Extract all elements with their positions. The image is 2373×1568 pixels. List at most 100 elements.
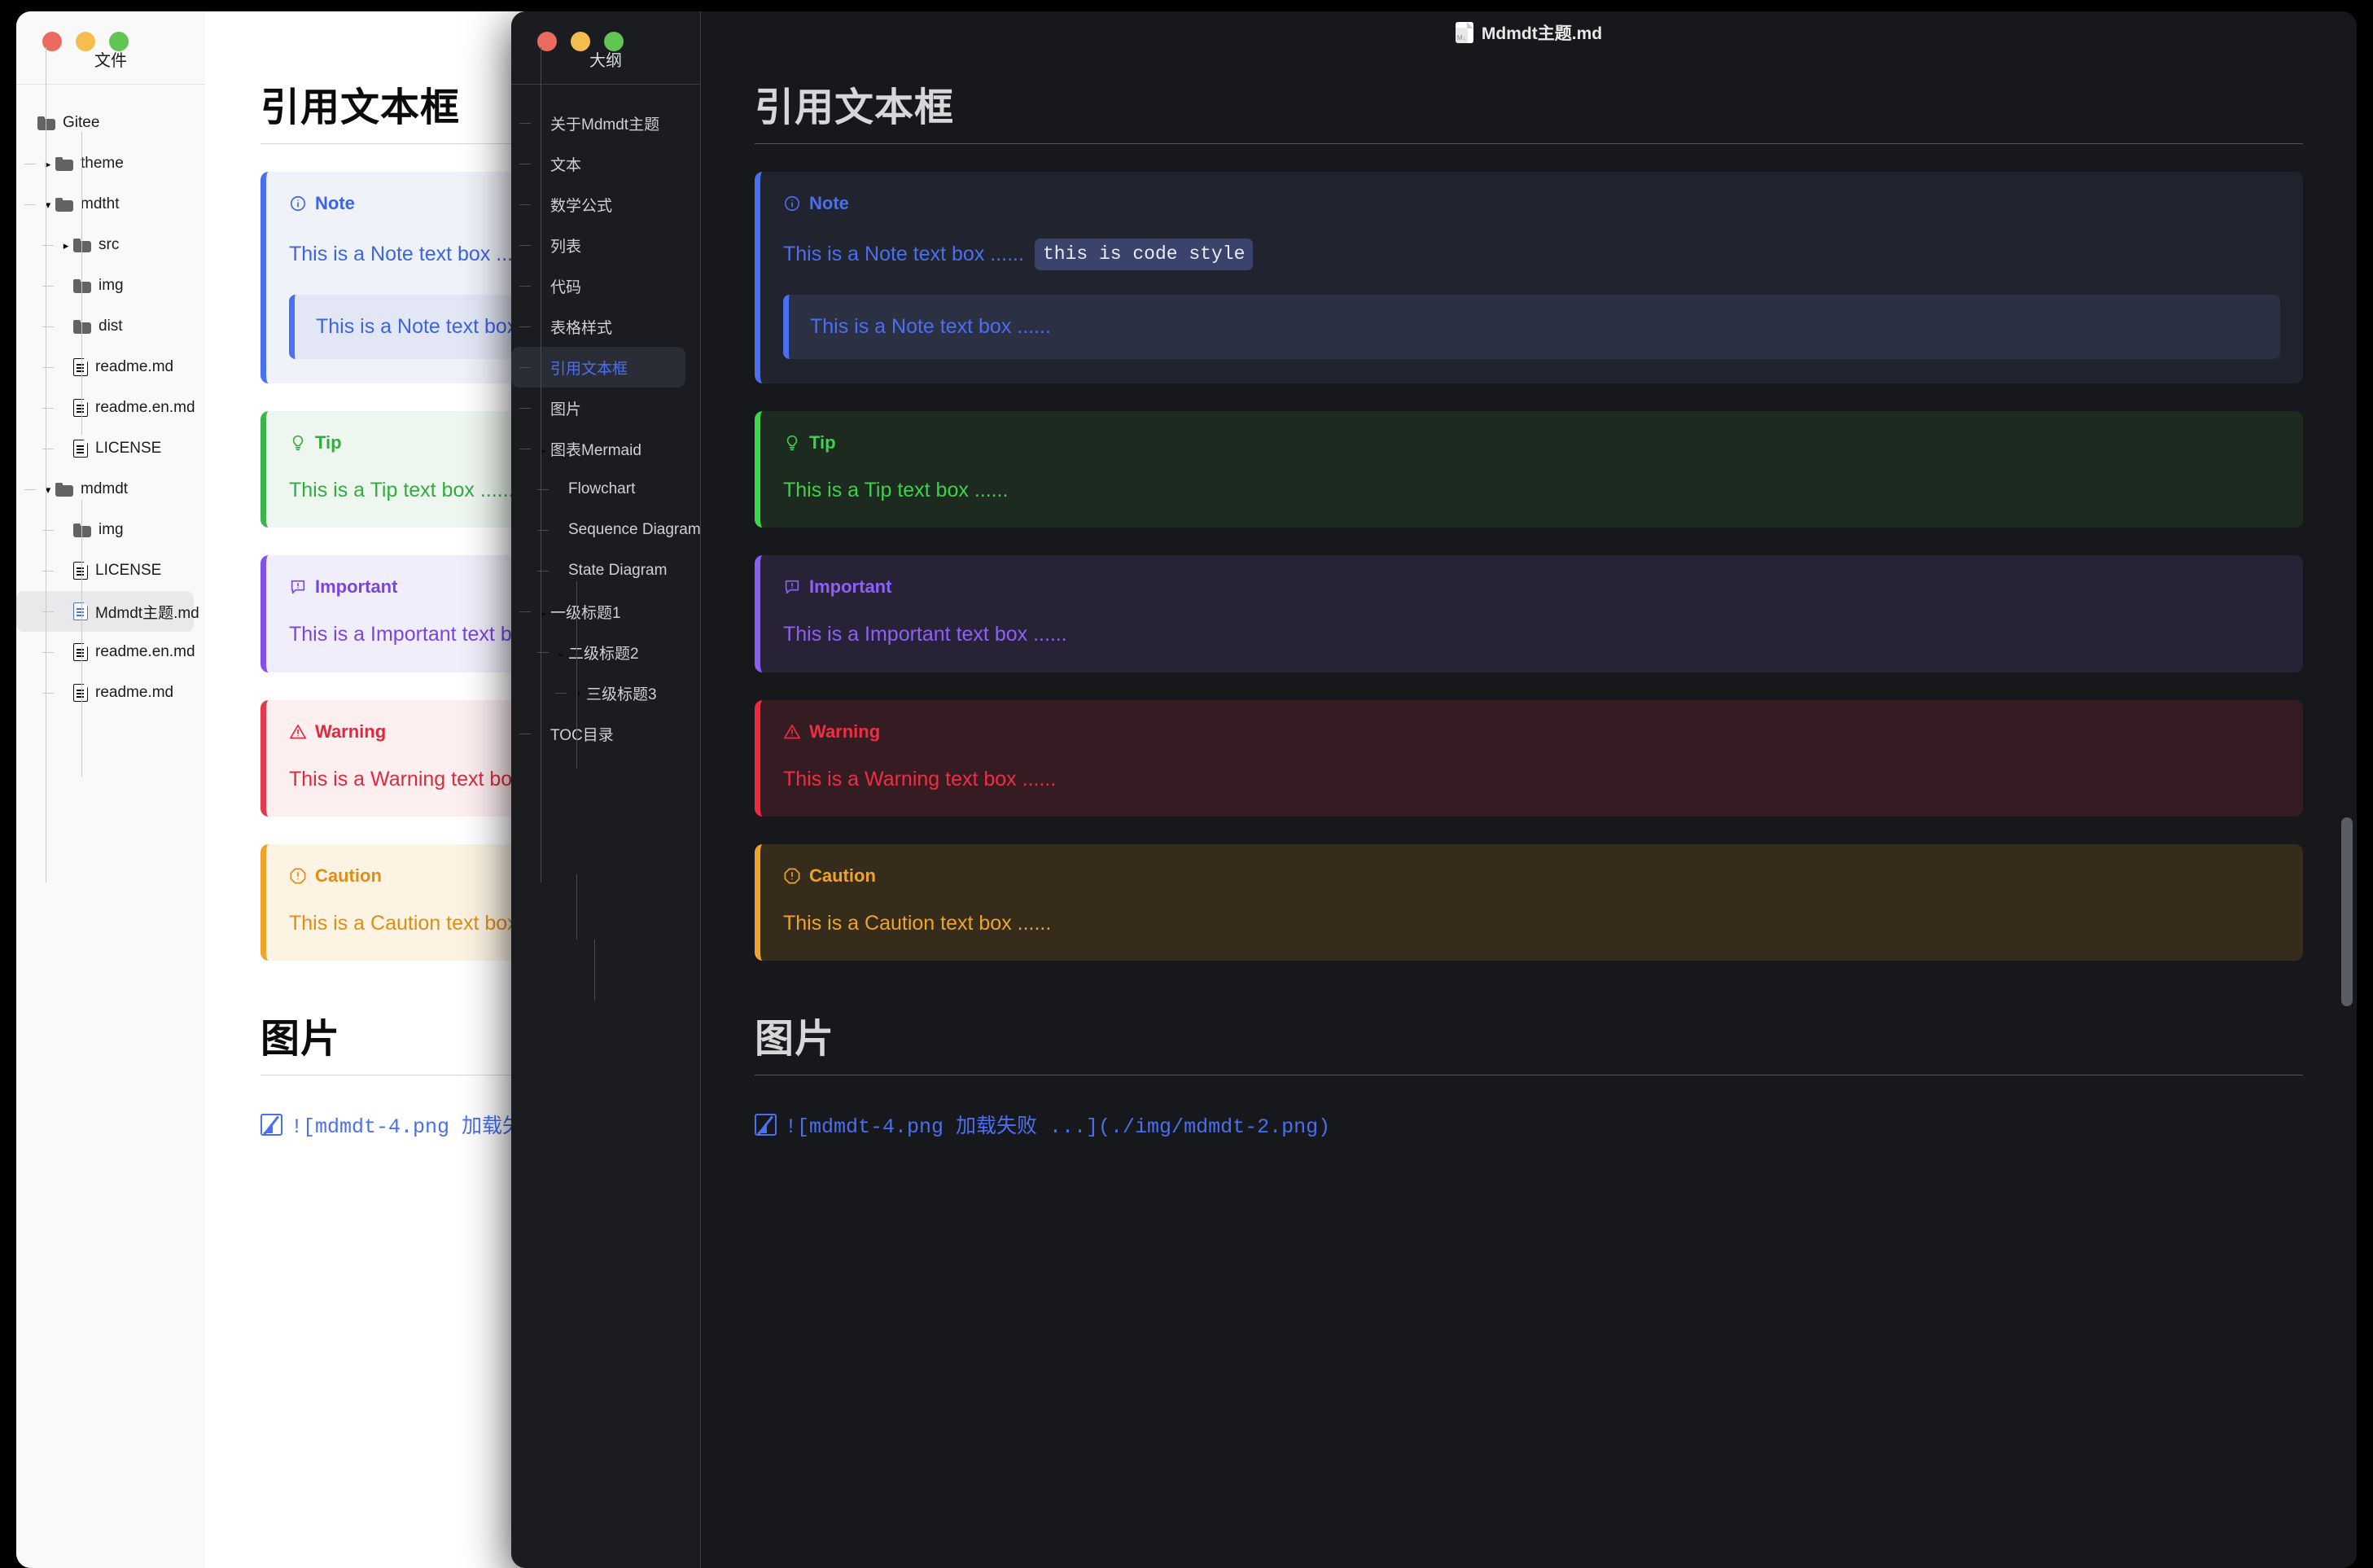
outline-sidebar[interactable]: 大纲 关于Mdmdt主题 文本 数学公式 列表 代码 表格样式 引用文本框 图片 ⌄ 图表Merm… (511, 11, 701, 1568)
file-tree-item-label: LICENSE (95, 562, 162, 579)
outline-item[interactable]: Flowchart (511, 469, 700, 510)
dark-broken-image-text: ![mdmdt-4.png 加载失败 ...](./img/mdmdt-2.pn… (785, 1115, 1331, 1139)
maximize-window-button[interactable] (604, 32, 624, 51)
callout-note: Note This is a Note text box ...... this i… (755, 172, 2303, 383)
file-tree-item-label: img (99, 277, 124, 294)
window-traffic-lights[interactable] (16, 11, 129, 72)
info-circle-icon (784, 195, 800, 212)
file-tree-item[interactable]: LICENSE (16, 550, 205, 591)
callout-warning: Warning This is a Warning text box ...... (755, 699, 2303, 817)
outline-item[interactable]: 关于Mdmdt主题 (511, 103, 700, 143)
maximize-window-button[interactable] (109, 32, 129, 51)
outline-item[interactable]: Sequence Diagram (511, 510, 701, 550)
outline-tree[interactable]: 关于Mdmdt主题 文本 数学公式列表代码表格样式 引用文本框 图片 ⌄ 图表Mermaid… (511, 47, 701, 1001)
outline-item[interactable]: TOC目录 (511, 713, 700, 754)
chevron-icon[interactable]: ⌄ (536, 607, 550, 617)
file-tree-item-label: readme.md (95, 358, 174, 375)
outline-item[interactable]: 代码 (511, 265, 700, 306)
file-icon (73, 440, 88, 458)
chevron-icon[interactable]: ⌄ (536, 444, 550, 454)
outline-item[interactable]: 表格样式 (511, 306, 700, 347)
file-tree-item[interactable]: ▸ theme (16, 143, 205, 184)
file-tree-item[interactable]: img (16, 510, 205, 550)
file-sidebar[interactable]: 文件 Gitee ▸ theme ▾ mdtht ▸ src img dist readme.md… (16, 11, 206, 1568)
markdown-editor-window[interactable]: 大纲 关于Mdmdt主题 文本 数学公式 列表 代码 表格样式 引用文本框 图片 ⌄ 图表Merm… (511, 11, 2357, 1568)
chevron-icon[interactable]: ▸ (41, 159, 55, 169)
callout-title-caution: Caution (315, 865, 382, 886)
chevron-icon[interactable]: ▸ (59, 240, 73, 251)
file-tree-item-label: dist (99, 318, 123, 335)
dark-doc-titlebar: Mdmdt主题.md (701, 11, 2357, 54)
file-tree-item[interactable]: img (16, 265, 205, 306)
callout-body-important: This is a Important text box ...... (783, 622, 2280, 647)
outline-item[interactable]: › 三级标题3 (511, 672, 700, 713)
lightbulb-icon (292, 435, 304, 451)
file-tree-item[interactable]: LICENSE (16, 428, 205, 469)
tree-connector-line (81, 500, 82, 777)
file-tree-item[interactable]: ▾ mdtht (16, 184, 205, 225)
callout-body-tip: This is a Tip text box ...... (783, 478, 2280, 503)
callout-tip: Tip This is a Tip text box ...... (755, 411, 2303, 528)
file-tree-item-selected[interactable]: Mdmdt主题.md (16, 591, 199, 632)
file-tree-item-label: Mdmdt主题.md (95, 604, 199, 622)
broken-image-icon (261, 1113, 282, 1136)
chevron-icon[interactable]: ▾ (41, 484, 55, 495)
callout-title-warning: Warning (809, 720, 881, 742)
file-tree-item[interactable]: readme.md (16, 347, 205, 388)
dark-markdown-content: 引用文本框 Note This is a Note text box ......… (701, 75, 2357, 1139)
file-tree-item[interactable]: readme.md (16, 672, 205, 713)
file-icon (73, 358, 88, 376)
file-tree-item[interactable]: readme.en.md (16, 632, 205, 672)
triangle-alert-icon (290, 724, 306, 738)
callout-title-note: Note (809, 193, 849, 213)
callout-title-caution: Caution (809, 865, 876, 886)
dark-window-traffic-lights[interactable] (511, 11, 624, 72)
file-tree-item[interactable]: ▾ mdmdt (16, 469, 205, 510)
chevron-icon[interactable]: ▾ (41, 199, 55, 210)
outline-item[interactable]: 文本 (511, 143, 700, 184)
file-icon (73, 602, 88, 620)
outline-item-label: 列表 (550, 238, 582, 256)
file-tree-item-label: theme (81, 155, 124, 172)
file-tree-item[interactable]: ▸ src (16, 225, 205, 265)
file-tree-item[interactable]: Gitee (16, 103, 205, 143)
minimize-window-button[interactable] (571, 32, 590, 51)
outline-item[interactable]: 列表 (511, 225, 700, 265)
dark-doc-filename: Mdmdt主题.md (1481, 24, 1603, 43)
callout-title-tip: Tip (315, 432, 342, 453)
folder-icon (55, 197, 73, 212)
file-icon (73, 643, 88, 661)
file-tree-item-label: readme.en.md (95, 399, 195, 416)
inline-code-span: this is code style (1034, 239, 1254, 270)
file-icon (73, 562, 88, 580)
callout-title-warning: Warning (315, 720, 387, 742)
outline-item[interactable]: 数学公式 (511, 184, 700, 225)
vertical-scrollbar[interactable] (2341, 817, 2353, 1006)
tree-connector-line (81, 132, 82, 435)
minimize-window-button[interactable] (76, 32, 95, 51)
file-tree-item-label: readme.md (95, 684, 174, 701)
file-tree-item-label: img (99, 521, 124, 538)
outline-item-label: 代码 (550, 278, 582, 296)
outline-item-selected[interactable]: 引用文本框 (511, 347, 685, 388)
chevron-icon[interactable]: › (571, 688, 586, 699)
outline-item[interactable]: 图片 (511, 388, 700, 428)
file-tree-item[interactable]: readme.en.md (16, 388, 205, 428)
outline-item[interactable]: ⌄ 二级标题2 (511, 632, 700, 672)
lightbulb-icon (786, 435, 798, 451)
comment-alert-icon (291, 580, 305, 594)
outline-item[interactable]: ⌄ 图表Mermaid (511, 428, 700, 469)
file-tree[interactable]: Gitee ▸ theme ▾ mdtht ▸ src img dist readme.md rea… (16, 47, 205, 883)
tree-connector-line (576, 581, 577, 769)
outline-item-label: State Diagram (568, 562, 668, 579)
folder-icon (73, 238, 91, 252)
callout-title-important: Important (315, 576, 398, 598)
callout-body-text: This is a Warning text box ...... (783, 767, 1057, 791)
file-tree-item[interactable]: dist (16, 306, 205, 347)
tree-connector-line (594, 939, 595, 1001)
info-circle-icon (290, 195, 306, 212)
octagon-alert-icon (290, 868, 306, 884)
outline-item[interactable]: ⌄ 一级标题1 (511, 591, 700, 632)
outline-item[interactable]: State Diagram (511, 550, 700, 591)
chevron-icon[interactable]: ⌄ (554, 647, 568, 658)
